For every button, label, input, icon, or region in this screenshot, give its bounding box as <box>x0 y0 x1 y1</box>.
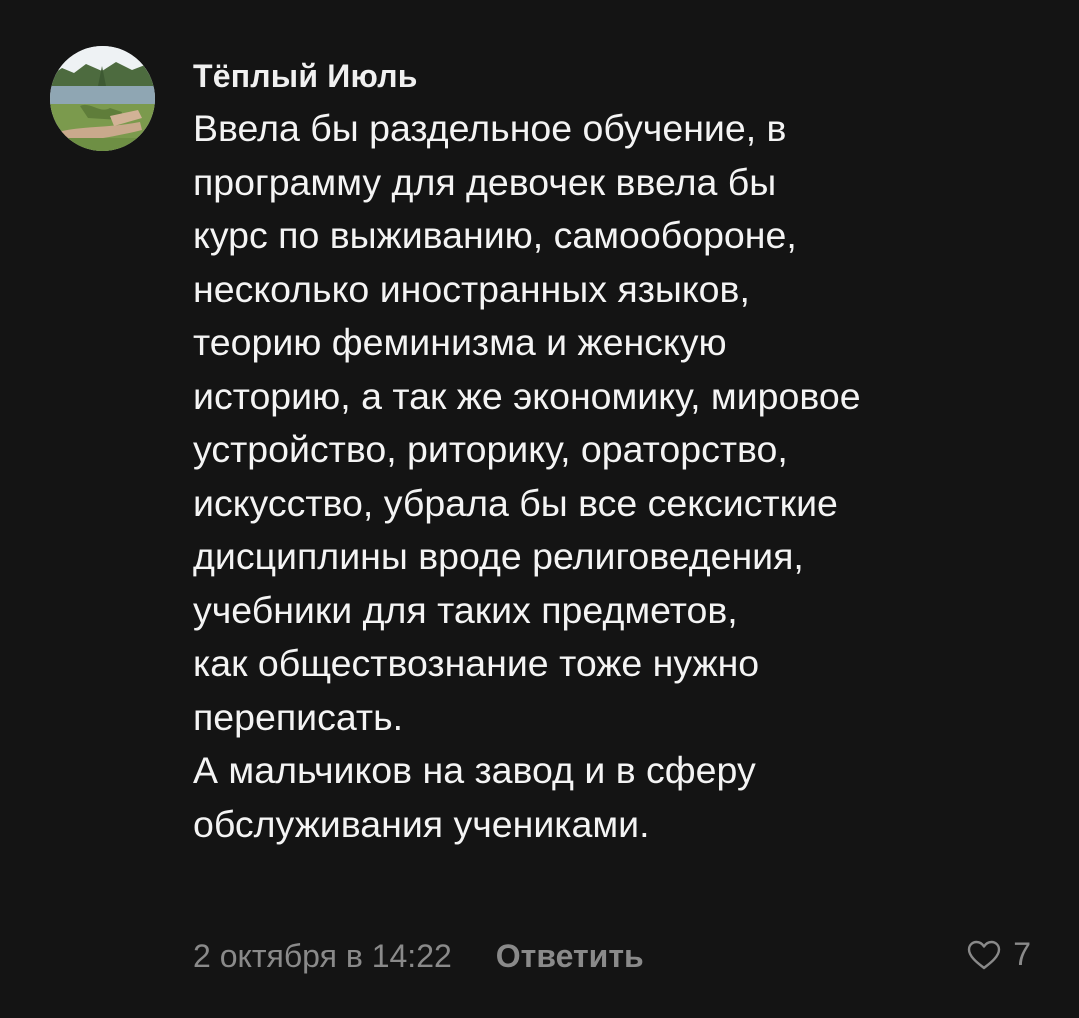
reply-button[interactable]: Ответить <box>496 938 644 975</box>
comment-text-line: курс по выживанию, самообороне, <box>193 214 797 256</box>
avatar-photo-lake <box>50 46 155 151</box>
comment-screen: Тёплый Июль Ввела бы раздельное обучение… <box>0 0 1079 1018</box>
author-name[interactable]: Тёплый Июль <box>193 58 1053 94</box>
comment-text-line: искусство, убрала бы все сексисткие <box>193 481 838 524</box>
like-button[interactable]: 7 <box>967 936 1031 973</box>
comment-text-line: А мальчиков на завод и в сферу <box>193 749 756 791</box>
comment-text-line: историю, а так же экономику, мировое <box>193 374 861 417</box>
comment-text-line: программу для девочек ввела бы <box>193 160 777 203</box>
comment-text-line: переписать. <box>193 695 404 738</box>
comment-text-line: теорию феминизма и женскую <box>193 321 727 363</box>
comment-meta: 2 октября в 14:22 Ответить 7 <box>193 934 1043 978</box>
like-count: 7 <box>1013 936 1031 972</box>
comment-text-line: как обществознание тоже нужно <box>193 642 760 684</box>
comment-text-line: устройство, риторику, ораторство, <box>193 428 788 470</box>
comment-text: Ввела бы раздельное обучение, в программ… <box>193 102 1053 851</box>
comment-text-line: дисциплины вроде религоведения, <box>193 535 804 577</box>
comment-text-line: Ввела бы раздельное обучение, в <box>193 107 787 149</box>
comment-text-line: учебники для таких предметов, <box>193 588 738 631</box>
comment-body: Тёплый Июль Ввела бы раздельное обучение… <box>193 58 1053 851</box>
heart-outline-icon <box>968 940 1001 969</box>
comment-date: 2 октября в 14:22 <box>193 937 452 974</box>
comment-text-line: несколько иностранных языков, <box>193 267 750 310</box>
avatar[interactable] <box>50 46 155 151</box>
comment-text-line: обслуживания учениками. <box>193 802 650 845</box>
